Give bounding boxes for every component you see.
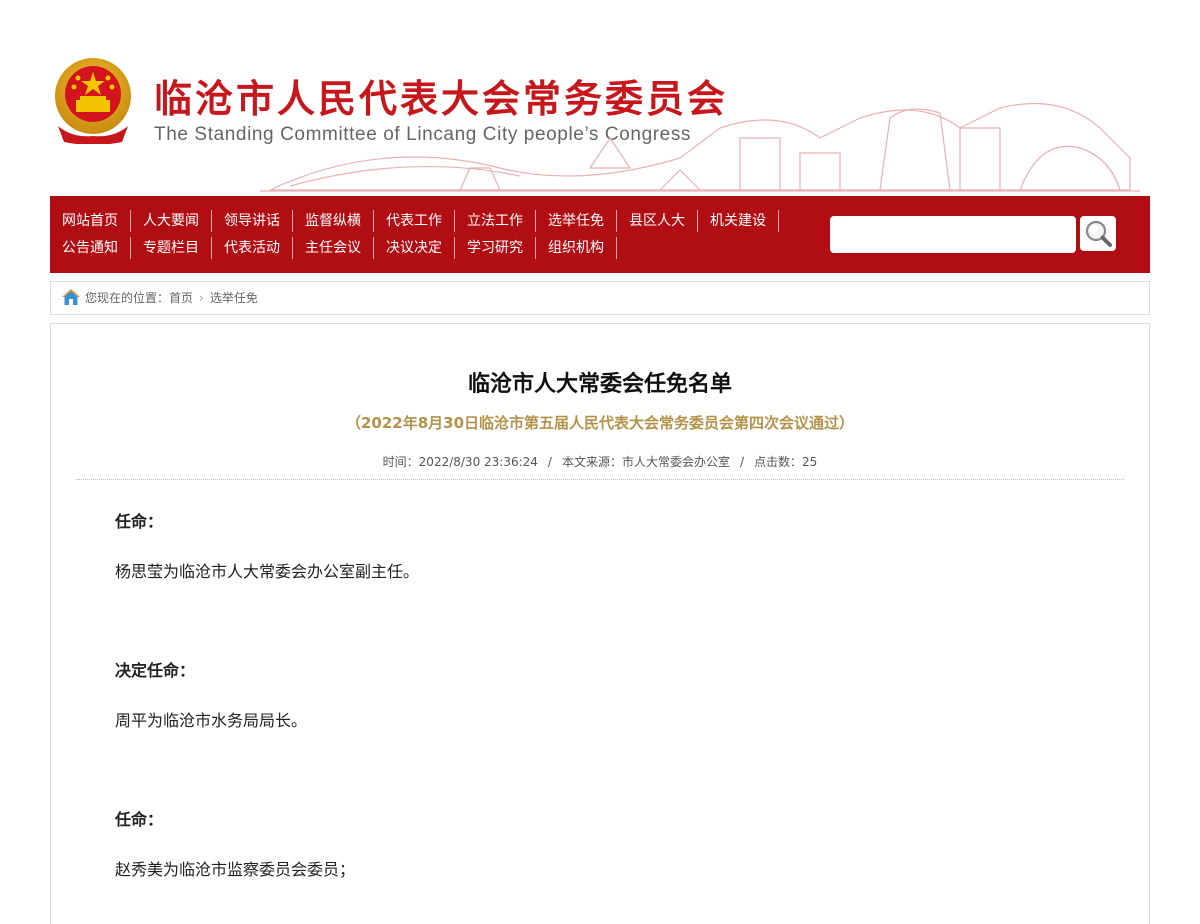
nav-item-deputy-activity[interactable]: 代表活动	[212, 237, 293, 259]
article-divider	[76, 479, 1124, 480]
article-paragraph: 周平为临沧市水务局局长。	[115, 711, 308, 730]
nav-item-supervision[interactable]: 监督纵横	[293, 210, 374, 232]
article-paragraph: 决定任命：	[115, 661, 196, 680]
article-title: 临沧市人大常委会任免名单	[467, 372, 732, 397]
article-subtitle: （2022年8月30日临沧市第五届人民代表大会常务委员会第四次会议通过）	[345, 414, 855, 432]
meta-separator: /	[547, 455, 552, 469]
nav-item-legislation[interactable]: 立法工作	[455, 210, 536, 232]
nav-item-home[interactable]: 网站首页	[50, 210, 131, 232]
article-paragraph: 赵秀美为临沧市监察委员会委员；	[115, 860, 356, 879]
nav-item-county[interactable]: 县区人大	[617, 210, 698, 232]
chevron-right-icon: ›	[199, 291, 204, 305]
article-paragraph: 任命：	[115, 810, 164, 829]
search-button[interactable]	[1080, 216, 1116, 251]
breadcrumb: 您现在的位置：首页 › 选举任免	[50, 281, 1150, 315]
nav-item-director-meeting[interactable]: 主任会议	[293, 237, 374, 259]
nav-item-resolution[interactable]: 决议决定	[374, 237, 455, 259]
nav-item-deputy-work[interactable]: 代表工作	[374, 210, 455, 232]
nav-item-organ[interactable]: 机关建设	[698, 210, 779, 232]
nav-row-2: 公告通知 专题栏目 代表活动 主任会议 决议决定 学习研究 组织机构	[50, 236, 617, 260]
city-skyline-decoration	[260, 102, 1140, 192]
nav-item-notice[interactable]: 公告通知	[50, 237, 131, 259]
article-paragraph: 杨思莹为临沧市人大常委会办公室副主任。	[115, 562, 420, 581]
meta-separator: /	[739, 455, 745, 469]
home-icon	[62, 289, 80, 305]
nav-row-1: 网站首页 人大要闻 领导讲话 监督纵横 代表工作 立法工作 选举任免 县区人大 …	[50, 209, 779, 233]
breadcrumb-text: 您现在的位置：首页 › 选举任免	[85, 282, 258, 314]
article-time: 时间：2022/8/30 23:36:24	[382, 455, 538, 469]
nav-item-news[interactable]: 人大要闻	[131, 210, 212, 232]
nav-item-study[interactable]: 学习研究	[455, 237, 536, 259]
breadcrumb-home-link[interactable]: 首页	[169, 282, 193, 314]
breadcrumb-current-link[interactable]: 选举任免	[210, 282, 258, 314]
article-clicks: 点击数：25	[754, 455, 818, 469]
nav-item-topics[interactable]: 专题栏目	[131, 237, 212, 259]
article-panel: 临沧市人大常委会任免名单 （2022年8月30日临沧市第五届人民代表大会常务委员…	[50, 323, 1150, 924]
breadcrumb-prefix: 您现在的位置：	[85, 291, 170, 305]
article-meta: 时间：2022/8/30 23:36:24 / 本文来源：市人大常委会办公室 / 点击数…	[51, 453, 1149, 470]
search-input[interactable]	[830, 216, 1076, 253]
main-nav: 网站首页 人大要闻 领导讲话 监督纵横 代表工作 立法工作 选举任免 县区人大 …	[50, 196, 1150, 273]
nav-item-election[interactable]: 选举任免	[536, 210, 617, 232]
nav-item-organization[interactable]: 组织机构	[536, 237, 617, 259]
article-paragraph: 任命：	[115, 512, 164, 531]
nav-item-leader-speech[interactable]: 领导讲话	[212, 210, 293, 232]
site-header: 临沧市人民代表大会常务委员会 The Standing Committee of…	[50, 48, 1150, 194]
national-emblem-icon[interactable]	[52, 56, 134, 144]
magnifier-icon	[1085, 220, 1112, 247]
article-source: 本文来源：市人大常委会办公室	[561, 455, 730, 469]
